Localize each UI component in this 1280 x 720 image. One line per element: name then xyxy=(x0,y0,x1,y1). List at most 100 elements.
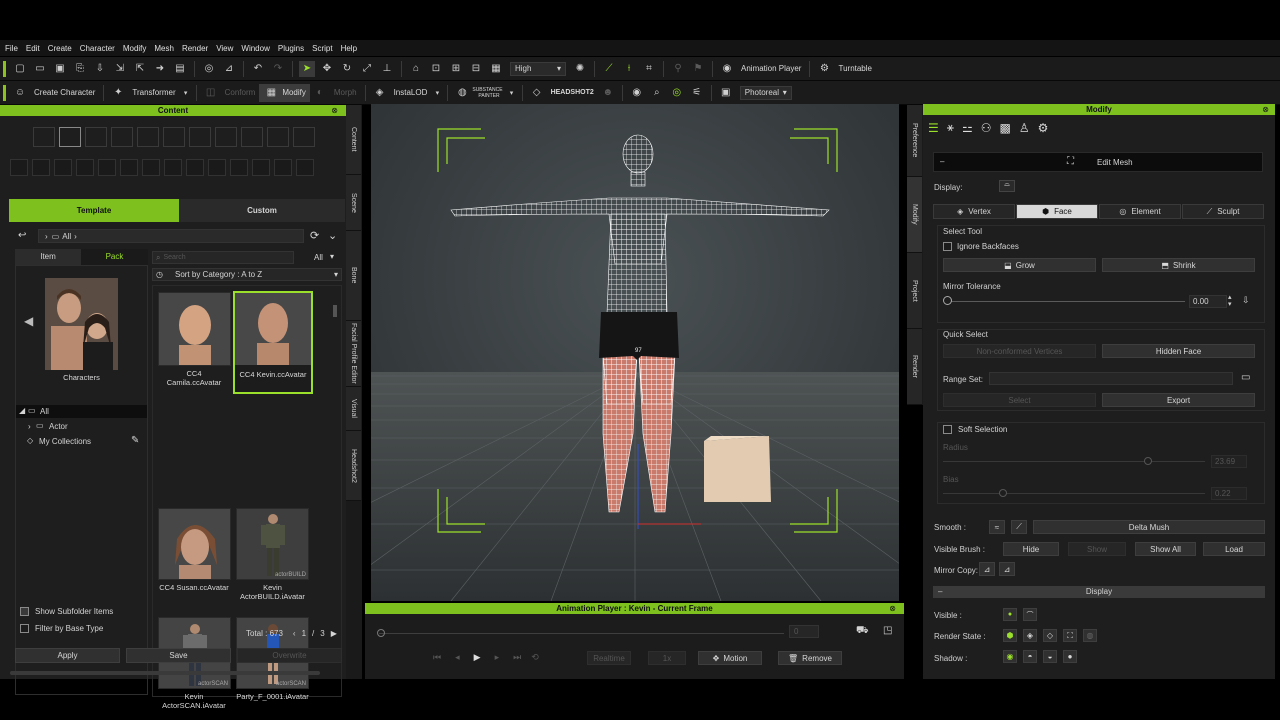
import-icon[interactable]: ⇩ xyxy=(92,61,108,77)
render-icon[interactable]: ▣ xyxy=(718,85,734,101)
body-category-icon[interactable] xyxy=(111,127,133,147)
filter-dropdown[interactable]: All xyxy=(314,253,323,262)
side-tab[interactable]: Facial Profile Editor xyxy=(346,321,361,387)
shadow-cast-icon[interactable]: ◓ xyxy=(1023,650,1037,663)
sliders-icon[interactable]: ☰ xyxy=(928,121,939,135)
open-folder-icon[interactable]: ▭ xyxy=(32,61,48,77)
menu-item[interactable]: Script xyxy=(312,44,332,53)
range-set-input[interactable] xyxy=(989,372,1233,385)
render-mode-dropdown[interactable]: Photoreal ▾ xyxy=(739,85,792,100)
target-icon[interactable]: ◎ xyxy=(669,85,685,101)
right-tab[interactable]: Modify xyxy=(907,177,922,253)
next-page-icon[interactable]: ▶ xyxy=(331,629,337,638)
snap-icon[interactable]: ⊥ xyxy=(379,61,395,77)
back-icon[interactable]: ↩ xyxy=(18,230,26,241)
menu-item[interactable]: Create xyxy=(48,44,72,53)
display-mode-icon[interactable]: ▦ xyxy=(488,61,504,77)
characters-pack-thumbnail[interactable] xyxy=(45,278,118,370)
subcategory-icon[interactable] xyxy=(164,159,182,176)
mode-tab[interactable]: ◈ Vertex xyxy=(933,204,1015,219)
shadow-receive-icon[interactable]: ◒ xyxy=(1043,650,1057,663)
accessory-category-icon[interactable] xyxy=(189,127,211,147)
bone-icon[interactable]: ⟋ xyxy=(601,61,617,77)
speed-dropdown[interactable]: 1x xyxy=(648,651,686,665)
menu-item[interactable]: Modify xyxy=(123,44,147,53)
pose-icon[interactable]: ⚹ xyxy=(947,120,954,135)
new-file-icon[interactable]: ▢ xyxy=(12,61,28,77)
select-tool-icon[interactable]: ➤ xyxy=(299,60,315,77)
person-icon[interactable]: ♙ xyxy=(1019,121,1030,135)
morph-button[interactable]: Morph xyxy=(334,88,357,97)
item-thumbnail[interactable] xyxy=(158,508,231,580)
menu-item[interactable]: Window xyxy=(241,44,269,53)
settings-icon[interactable]: ⚙ xyxy=(1038,121,1049,135)
subcategory-icon[interactable] xyxy=(274,159,292,176)
folder-icon[interactable]: ▭ xyxy=(1241,372,1250,383)
side-tab[interactable]: Headshot2 xyxy=(346,431,361,501)
grow-button[interactable]: ⬓ Grow xyxy=(943,258,1096,272)
dropdown-circle-icon[interactable]: ⌄ xyxy=(328,229,337,242)
turntable-icon[interactable]: ⚙ xyxy=(816,61,832,77)
show-subfolder-checkbox[interactable] xyxy=(20,607,29,616)
refresh-icon[interactable]: ⟳ xyxy=(310,229,319,242)
prev-page-icon[interactable]: ‹ xyxy=(293,629,296,638)
sort-dropdown[interactable]: ◷ Sort by Category : A to Z ▾ xyxy=(152,268,342,281)
headshot-button[interactable]: HEADSHOT2 xyxy=(551,89,594,96)
loop-icon[interactable]: ⟲ xyxy=(531,652,539,663)
toolbar-grip[interactable] xyxy=(3,60,6,77)
subcategory-icon[interactable] xyxy=(32,159,50,176)
subcategory-icon[interactable] xyxy=(252,159,270,176)
chevron-down-icon[interactable]: ▾ xyxy=(508,85,516,101)
tree-actor-row[interactable]: › ▭ Actor xyxy=(16,420,147,433)
select-button[interactable]: Select xyxy=(943,393,1096,407)
tab-custom[interactable]: Custom xyxy=(179,199,345,222)
breadcrumb[interactable]: › ▭ All › xyxy=(38,229,304,243)
subcategory-icon[interactable] xyxy=(120,159,138,176)
prev-arrow-icon[interactable]: ◀ xyxy=(24,314,33,328)
edit-pencil-icon[interactable]: ✎ xyxy=(131,435,139,446)
rotate-tool-icon[interactable]: ↻ xyxy=(339,61,355,77)
turntable-button[interactable]: Turntable xyxy=(838,64,872,73)
side-tab[interactable]: Visual xyxy=(346,387,361,431)
import-motion-icon[interactable]: ⇲ xyxy=(112,61,128,77)
filter-base-checkbox[interactable] xyxy=(20,624,29,633)
shadow-on-icon[interactable]: ◉ xyxy=(1003,650,1017,663)
grid-icon[interactable]: ⌗ xyxy=(641,61,657,77)
subtab-item[interactable]: Item xyxy=(15,249,81,265)
subcategory-icon[interactable] xyxy=(76,159,94,176)
shadow-off-icon[interactable]: ● xyxy=(1063,650,1077,663)
filter-base-row[interactable]: Filter by Base Type xyxy=(20,624,103,633)
folder-category-icon[interactable] xyxy=(33,127,55,147)
menu-item[interactable]: File xyxy=(5,44,18,53)
close-icon[interactable]: ⊗ xyxy=(889,604,896,613)
zoom-icon[interactable]: ⌕ xyxy=(649,85,665,101)
right-tab[interactable]: Preference xyxy=(907,105,922,177)
render-xray-icon[interactable]: ◍ xyxy=(1083,629,1097,642)
skip-start-icon[interactable]: ⏮ xyxy=(433,652,441,663)
tab-template[interactable]: Template xyxy=(9,199,179,222)
show-button[interactable]: Show xyxy=(1068,542,1126,556)
scale-tool-icon[interactable]: ⤢ xyxy=(359,61,375,77)
ignore-backfaces-checkbox[interactable] xyxy=(943,242,952,251)
animation-player-icon[interactable]: ◉ xyxy=(719,61,735,77)
side-tab[interactable]: Content xyxy=(346,105,361,175)
mode-tab[interactable]: ◎ Element xyxy=(1099,204,1181,219)
soft-selection-row[interactable]: Soft Selection xyxy=(943,425,1007,434)
subcategory-icon[interactable] xyxy=(10,159,28,176)
bias-input[interactable]: 0.22 xyxy=(1211,487,1247,500)
morph-icon[interactable]: ⚇ xyxy=(981,121,992,135)
save-icon[interactable]: ▣ xyxy=(52,61,68,77)
mirror-right-icon[interactable]: ⊿ xyxy=(999,562,1015,576)
menu-item[interactable]: Mesh xyxy=(154,44,174,53)
soft-selection-checkbox[interactable] xyxy=(943,425,952,434)
visible-off-icon[interactable]: ⌒ xyxy=(1023,608,1037,621)
modify-button[interactable]: ▦ Modify xyxy=(259,83,310,102)
render-box-icon[interactable]: ◇ xyxy=(1043,629,1057,642)
item-thumbnail[interactable]: actorBUILD xyxy=(236,508,309,580)
menu-item[interactable]: View xyxy=(216,44,233,53)
collapse-icon[interactable]: – xyxy=(940,157,944,166)
pan-view-icon[interactable]: ⊞ xyxy=(448,61,464,77)
smooth-icon[interactable]: ≈ xyxy=(989,520,1005,534)
menu-item[interactable]: Render xyxy=(182,44,208,53)
hair-category-icon[interactable] xyxy=(85,127,107,147)
